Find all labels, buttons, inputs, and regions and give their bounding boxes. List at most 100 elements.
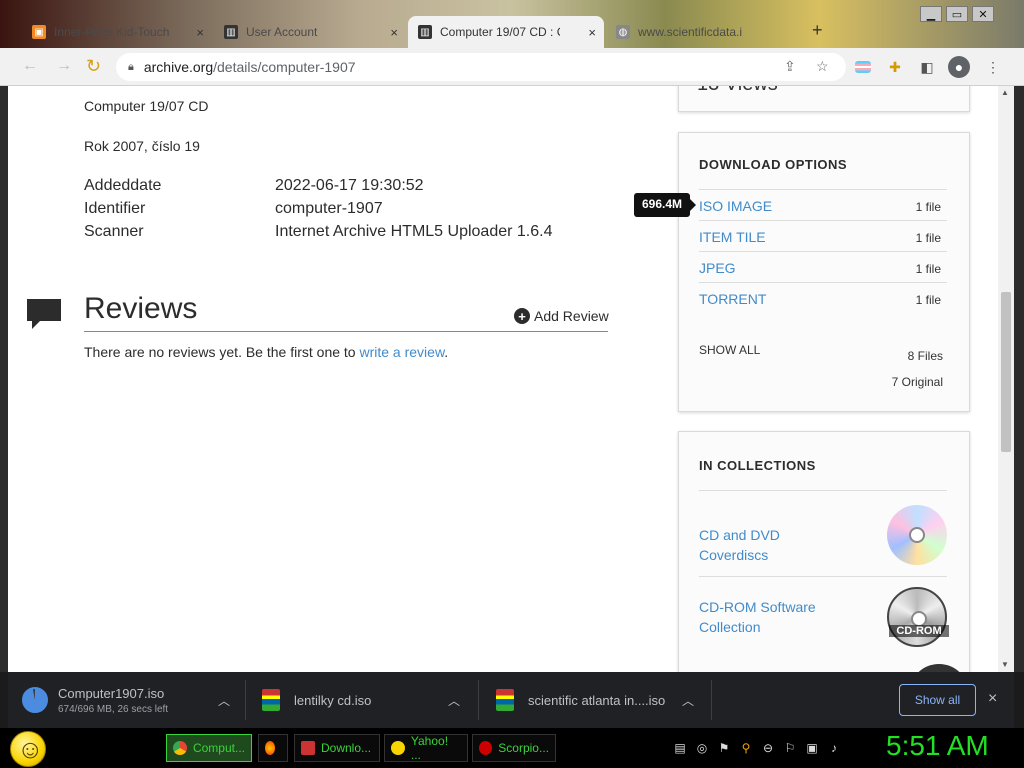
firefox-icon [265,741,275,755]
start-button-smiley-icon[interactable] [10,731,46,767]
scrollbar-thumb[interactable] [1001,292,1011,452]
metadata-key: Identifier [84,200,146,217]
reload-icon[interactable]: ↻ [86,56,101,77]
collections-panel: IN COLLECTIONS CD and DVD Coverdiscs CD-… [678,431,970,672]
write-review-link[interactable]: write a review [359,344,444,360]
divider [84,331,608,332]
search-icon[interactable]: ⚲ [738,740,754,756]
close-tab-icon[interactable]: × [390,25,398,40]
back-icon[interactable]: ← [22,57,38,75]
views-box: 13 Views [678,86,970,112]
monitor-icon[interactable]: ▣ [804,740,820,756]
disc-image-partial [909,664,969,672]
downloads-shelf: Computer1907.iso 674/696 MB, 26 secs lef… [8,672,1014,728]
minus-circle-icon[interactable]: ⊖ [760,740,776,756]
collections-heading: IN COLLECTIONS [699,458,816,473]
download-row-item-tile[interactable]: ITEM TILE 1 file [699,220,947,251]
download-item-scientific-atlanta[interactable]: scientific atlanta in....iso ︿ [496,672,706,728]
download-row-jpeg[interactable]: JPEG 1 file [699,251,947,282]
file-count: 1 file [915,200,941,214]
network-icon[interactable]: ⚑ [716,740,732,756]
add-review-label: Add Review [534,308,609,324]
file-count: 1 file [915,293,941,307]
tab-computer-1907[interactable]: ▥ Computer 19/07 CD : Co × [408,16,604,48]
taskbar-scorpio[interactable]: Scorpio... [472,734,556,762]
chevron-up-icon[interactable]: ︿ [448,692,460,709]
tab-scientificdata[interactable]: ◍ www.scientificdata.i [606,16,806,48]
url-host: archive.org [143,59,214,75]
chevron-up-icon[interactable]: ︿ [218,692,230,709]
download-link[interactable]: ISO IMAGE [699,198,772,214]
download-row-torrent[interactable]: TORRENT 1 file [699,282,947,313]
download-link[interactable]: TORRENT [699,291,766,307]
speech-bubble-icon [27,299,61,329]
menu-kebab-icon[interactable]: ⋮ [984,58,1002,76]
taskbar-chrome[interactable]: Comput... [166,734,252,762]
close-window-icon[interactable]: ✕ [972,6,994,22]
page-scrollbar[interactable]: ▲ ▼ [998,86,1014,672]
close-tab-icon[interactable]: × [196,25,204,40]
files-count: 8 Files [907,349,943,363]
file-size-tooltip: 696.4M [634,193,697,217]
tab-title: Inner-Price Kid-Touch [54,25,170,39]
metadata-value: Internet Archive HTML5 Uploader 1.6.4 [275,223,553,240]
address-bar[interactable]: 🔒︎ archive.org/details/computer-1907 ⇪ ☆ [116,53,846,81]
cd-disc-image[interactable] [887,505,947,565]
file-count: 1 file [915,262,941,276]
profile-avatar-icon[interactable]: ● [948,56,970,78]
close-downloads-icon[interactable]: × [988,690,997,708]
folder-icon[interactable]: ▤ [672,740,688,756]
item-subtitle: Computer 19/07 CD [84,98,209,114]
tab-title: Computer 19/07 CD : Co [440,25,560,39]
collection-item[interactable]: CD-ROM Software Collection CD-ROM [699,576,949,658]
scroll-up-icon[interactable]: ▲ [1001,88,1009,97]
show-all-link[interactable]: SHOW ALL [699,343,760,357]
browser-toolbar: ← → ↻ 🔒︎ archive.org/details/computer-19… [0,48,1024,86]
download-row-iso-image[interactable]: ISO IMAGE 1 file [699,189,947,220]
taskbar-downloads[interactable]: Downlo... [294,734,380,762]
taskbar-firefox[interactable] [258,734,288,762]
archive-item-page: Computer 19/07 CD Rok 2007, číslo 19 Add… [8,86,998,672]
system-tray: ▤ ◎ ⚑ ⚲ ⊖ ⚐ ▣ ♪ [672,740,842,756]
side-panel-icon[interactable]: ◧ [918,58,936,76]
forward-icon[interactable]: → [56,57,72,75]
soccer-ball-icon[interactable]: ◎ [694,740,710,756]
disc-hole [909,527,925,543]
bookmark-star-icon[interactable]: ☆ [816,58,829,75]
lock-icon: 🔒︎ [128,60,134,73]
tab-title: www.scientificdata.i [638,25,743,39]
collection-link[interactable]: CD and DVD Coverdiscs [699,525,849,565]
taskbar-label: Scorpio... [498,741,549,755]
tab-user-account[interactable]: ▥ User Account × [214,16,406,48]
tab-inner-price[interactable]: ▣ Inner-Price Kid-Touch × [22,16,212,48]
download-link[interactable]: ITEM TILE [699,229,766,245]
add-review-button[interactable]: + Add Review [514,308,609,324]
no-reviews-text: There are no reviews yet. Be the first o… [84,344,448,360]
cdrom-disc-image[interactable]: CD-ROM [887,587,949,647]
taskbar-yahoo[interactable]: Yahoo! ... [384,734,468,762]
extensions-puzzle-icon[interactable]: ✚ [886,58,904,76]
divider [711,680,712,720]
volume-icon[interactable]: ♪ [826,740,842,756]
download-item-computer1907[interactable]: Computer1907.iso 674/696 MB, 26 secs lef… [22,672,244,728]
maximize-icon[interactable]: ▭ [946,6,968,22]
minimize-icon[interactable]: ▁ [920,6,942,22]
close-tab-icon[interactable]: × [588,25,596,40]
new-tab-button[interactable]: + [812,20,823,41]
download-link[interactable]: JPEG [699,260,736,276]
extension-flag-icon[interactable] [854,58,872,76]
download-status: 674/696 MB, 26 secs left [58,703,169,715]
show-all-downloads-button[interactable]: Show all [899,684,976,716]
share-icon[interactable]: ⇪ [784,58,796,75]
views-count: 13 Views [697,86,778,96]
chevron-up-icon[interactable]: ︿ [682,692,694,709]
collection-link[interactable]: CD-ROM Software Collection [699,597,849,637]
flag-icon[interactable]: ⚐ [782,740,798,756]
download-item-lentilky[interactable]: lentilky cd.iso ︿ [262,672,484,728]
scroll-down-icon[interactable]: ▼ [1001,660,1009,669]
collection-item[interactable]: CD and DVD Coverdiscs [699,490,947,576]
window-border-right [1014,86,1024,672]
download-options-heading: DOWNLOAD OPTIONS [699,157,848,172]
window-border-left [0,86,8,672]
taskbar-clock: 5:51 AM [886,730,989,761]
